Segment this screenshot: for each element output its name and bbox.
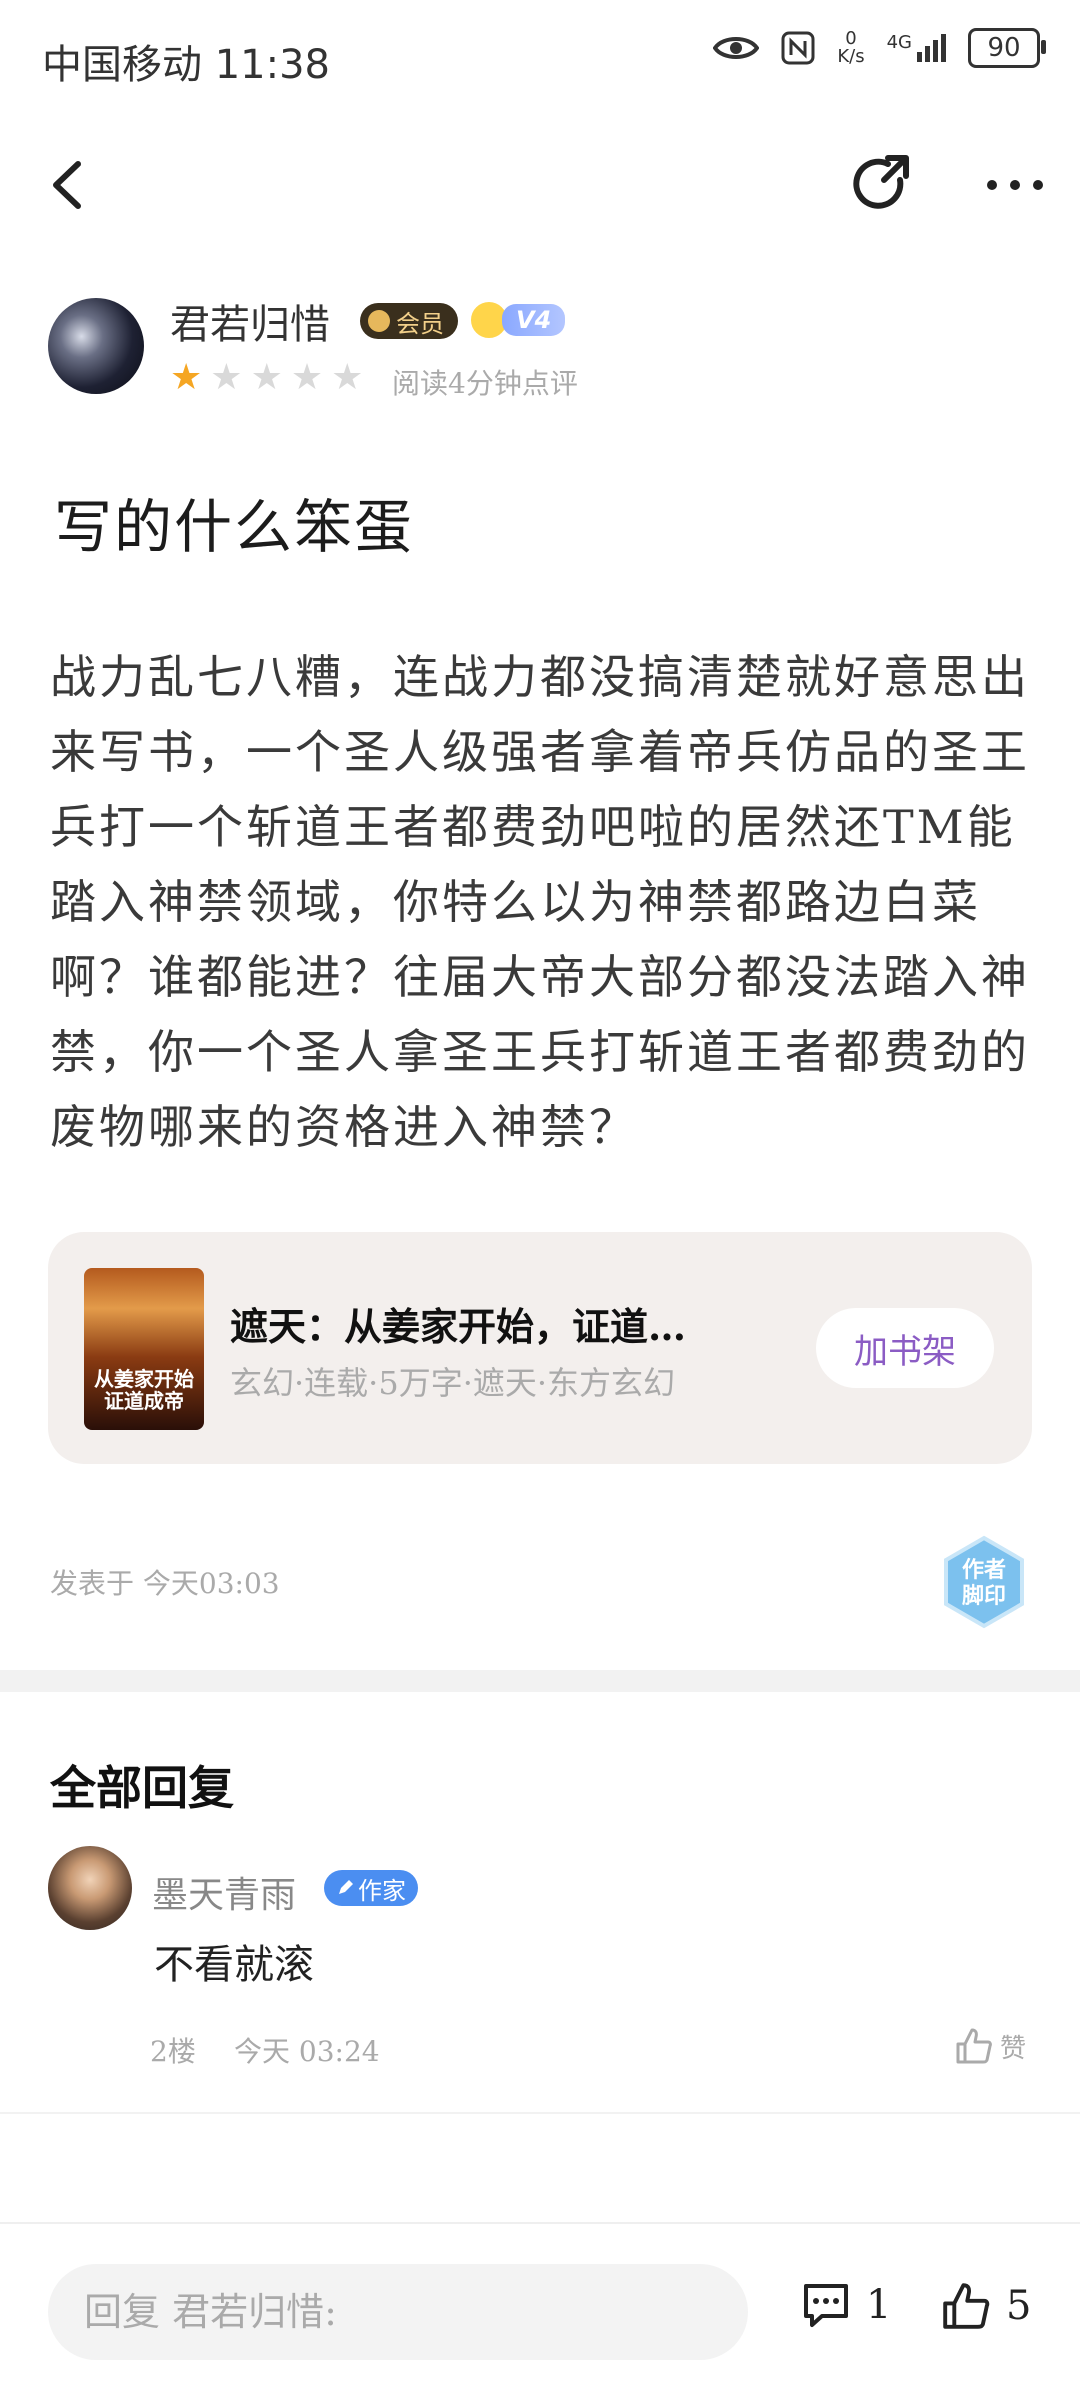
reply-username[interactable]: 墨天青雨	[152, 1866, 296, 1918]
comment-count: 1	[866, 2282, 892, 2328]
more-button[interactable]	[980, 150, 1050, 220]
reply-input[interactable]	[48, 2264, 748, 2360]
comment-icon	[804, 2284, 848, 2327]
read-note: 阅读4分钟点评	[392, 367, 578, 400]
status-icons: 0 K/s 4G 90	[713, 28, 1046, 68]
like-count: 5	[1006, 2283, 1032, 2329]
pen-icon	[339, 1880, 353, 1894]
reply-floor: 2楼	[150, 2035, 196, 2068]
replies-heading: 全部回复	[50, 1761, 234, 1815]
section-divider	[0, 1670, 1080, 1692]
bottom-bar-divider	[0, 2222, 1080, 2224]
battery-icon: 90	[968, 28, 1046, 68]
eye-icon	[713, 37, 760, 59]
share-button[interactable]	[848, 150, 918, 220]
star-icon: ★	[210, 357, 243, 398]
thumb-up-icon	[956, 2028, 992, 2064]
reply-like-button[interactable]: 赞	[954, 2026, 1026, 2066]
share-icon	[853, 155, 909, 209]
book-meta: 玄幻·连载·5万字·遮天·东方玄幻	[230, 1364, 676, 1402]
post-body: 战力乱七八糟，连战力都没搞清楚就好意思出来写书，一个圣人级强者拿着帝兵仿品的圣王…	[50, 650, 1030, 1154]
book-cover[interactable]: 从姜家开始证道成帝	[84, 1268, 204, 1430]
reply-avatar[interactable]	[48, 1846, 132, 1930]
post-time: 发表于 今天03:03	[50, 1567, 280, 1600]
status-bar: 中国移动 11:38 0 K/s 4G 90	[0, 0, 1080, 110]
thumb-up-icon	[943, 2283, 990, 2329]
add-to-shelf-button[interactable]: 加书架	[816, 1308, 994, 1388]
divider	[0, 2112, 1080, 2114]
post-title: 写的什么笨蛋	[54, 493, 415, 561]
author-name[interactable]: 君若归惜	[170, 292, 330, 350]
stamp-label: 作者脚印	[961, 1558, 1006, 1609]
rating-stars: ★ ★ ★ ★ ★	[170, 360, 363, 396]
book-title[interactable]: 遮天：从姜家开始，证道…	[230, 1296, 686, 1351]
member-icon	[368, 310, 390, 332]
star-icon: ★	[170, 357, 203, 398]
level-badge: V4	[468, 299, 566, 341]
reply-text: 不看就滚	[154, 1942, 314, 1988]
carrier-time: 中国移动 11:38	[42, 42, 330, 88]
writer-badge: 作家	[324, 1870, 418, 1906]
chevron-left-icon	[53, 161, 81, 209]
author-footprint-stamp: 作者脚印 作者脚印	[936, 1534, 1032, 1630]
more-dots-icon	[987, 180, 1043, 190]
member-badge: 会员	[360, 303, 458, 339]
signal-icon: 4G	[887, 34, 946, 62]
back-button[interactable]	[40, 150, 100, 220]
like-button[interactable]: 5	[940, 2280, 1031, 2332]
star-icon: ★	[290, 357, 324, 398]
star-icon: ★	[331, 357, 364, 398]
nfc-icon	[781, 31, 815, 65]
reply-time: 今天 03:24	[234, 2035, 380, 2068]
comment-button[interactable]: 1	[800, 2280, 891, 2330]
book-card[interactable]: 从姜家开始证道成帝 遮天：从姜家开始，证道… 玄幻·连载·5万字·遮天·东方玄幻…	[48, 1232, 1032, 1464]
star-icon: ★	[250, 357, 283, 398]
author-avatar[interactable]	[48, 298, 144, 394]
net-speed: 0 K/s	[837, 28, 865, 67]
